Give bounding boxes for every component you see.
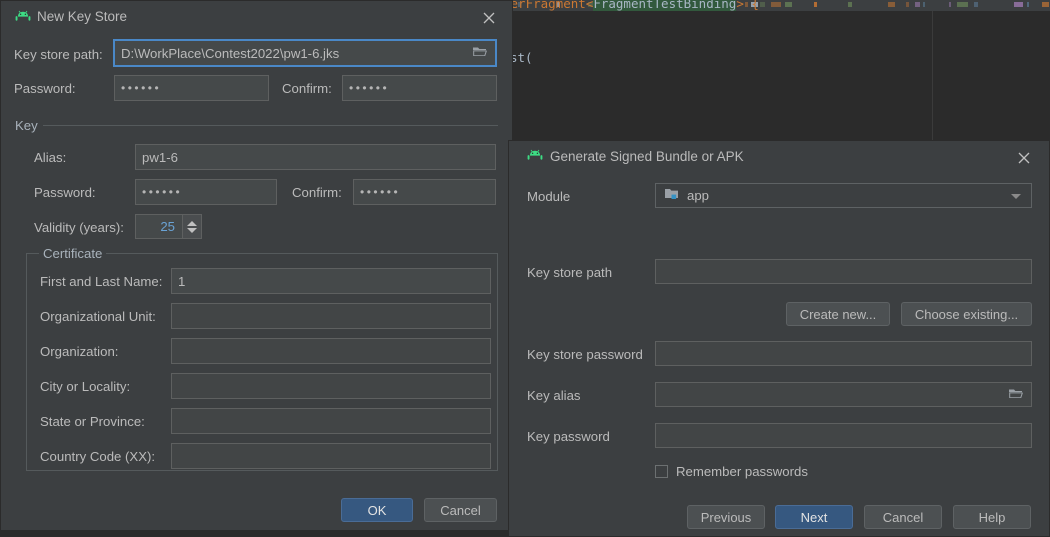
keystore-confirm-value: ••••••	[349, 81, 390, 95]
key-confirm-value: ••••••	[360, 185, 401, 199]
code-highlight: FragmentTestBinding	[593, 0, 737, 11]
choose-existing-button[interactable]: Choose existing...	[901, 302, 1032, 326]
alias-value: pw1-6	[142, 149, 178, 165]
cert-label-1: Organizational Unit:	[40, 309, 156, 324]
key-password-input[interactable]: ••••••	[135, 179, 277, 205]
gs-key-password-input[interactable]	[655, 423, 1032, 448]
code-line-call: st(	[510, 50, 533, 65]
cert-input-state-or-province[interactable]	[171, 408, 491, 434]
keystore-password-value: ••••••	[121, 81, 162, 95]
cert-input-organization[interactable]	[171, 338, 491, 364]
keystore-password-input[interactable]: ••••••	[114, 75, 269, 101]
code-line-declaration: serFragment<FragmentTestBinding> {	[503, 0, 759, 11]
validity-value: 25	[160, 219, 175, 234]
new-key-store-dialog: New Key Store Key store path: D:\WorkPla…	[0, 0, 513, 531]
cert-label-4: State or Province:	[40, 414, 145, 429]
cert-input-organizational-unit[interactable]	[171, 303, 491, 329]
new-key-store-title: New Key Store	[37, 9, 128, 24]
checkbox-box-icon[interactable]	[655, 465, 668, 478]
cert-label-2: Organization:	[40, 344, 119, 359]
gs-keystore-path-label: Key store path	[527, 265, 613, 280]
previous-button[interactable]: Previous	[687, 505, 765, 529]
certificate-legend: Certificate	[39, 246, 107, 261]
cert-input-city-or-locality[interactable]	[171, 373, 491, 399]
android-icon	[15, 10, 31, 24]
android-icon	[527, 149, 543, 163]
help-button[interactable]: Help	[953, 505, 1031, 529]
remember-passwords-label: Remember passwords	[676, 464, 808, 479]
ok-button[interactable]: OK	[341, 498, 413, 522]
chevron-down-icon[interactable]	[1011, 193, 1021, 199]
generate-signed-titlebar: Generate Signed Bundle or APK	[509, 141, 1049, 174]
gs-key-password-label: Key password	[527, 429, 610, 444]
key-confirm-input[interactable]: ••••••	[353, 179, 496, 205]
key-group-label: Key	[15, 118, 38, 133]
cancel-button[interactable]: Cancel	[864, 505, 942, 529]
keystore-confirm-label: Confirm:	[282, 81, 332, 96]
spinner-up-icon[interactable]	[187, 220, 197, 226]
folder-icon[interactable]	[472, 45, 488, 61]
cert-label-3: City or Locality:	[40, 379, 131, 394]
alias-input[interactable]: pw1-6	[135, 144, 496, 170]
cert-input-first-last-name[interactable]: 1	[171, 268, 491, 294]
key-password-value: ••••••	[142, 185, 183, 199]
gs-keystore-path-input[interactable]	[655, 259, 1032, 284]
close-icon[interactable]	[480, 9, 498, 27]
cancel-button[interactable]: Cancel	[424, 498, 497, 522]
keystore-password-label: Password:	[14, 81, 76, 96]
key-password-label: Password:	[34, 185, 96, 200]
next-button[interactable]: Next	[775, 505, 853, 529]
new-key-store-titlebar: New Key Store	[1, 1, 512, 34]
gs-key-alias-label: Key alias	[527, 388, 581, 403]
cert-value-0: 1	[178, 273, 186, 289]
cert-label-0: First and Last Name:	[40, 274, 163, 289]
module-folder-icon	[664, 187, 680, 204]
create-new-button[interactable]: Create new...	[786, 302, 890, 326]
generate-signed-title: Generate Signed Bundle or APK	[550, 149, 744, 164]
module-select[interactable]: app	[655, 183, 1032, 208]
keystore-path-label: Key store path:	[14, 47, 103, 62]
validity-input[interactable]: 25	[135, 214, 183, 239]
spinner-down-icon[interactable]	[187, 227, 197, 233]
alias-label: Alias:	[34, 150, 67, 165]
gs-keystore-password-input[interactable]	[655, 341, 1032, 366]
cert-label-5: Country Code (XX):	[40, 449, 156, 464]
module-label: Module	[527, 189, 571, 204]
generate-signed-bundle-dialog: Generate Signed Bundle or APK Module app…	[508, 140, 1050, 537]
screen: serFragment<FragmentTestBinding> { st( N…	[0, 0, 1050, 537]
remember-passwords-checkbox[interactable]: Remember passwords	[655, 464, 808, 479]
validity-spinner-buttons[interactable]	[183, 214, 202, 239]
validity-label: Validity (years):	[34, 220, 124, 235]
keystore-path-value: D:\WorkPlace\Contest2022\pw1-6.jks	[121, 45, 340, 61]
validity-stepper[interactable]: 25	[135, 214, 202, 239]
close-icon[interactable]	[1015, 149, 1033, 167]
keystore-confirm-input[interactable]: ••••••	[342, 75, 497, 101]
key-group-separator	[43, 125, 498, 126]
gs-key-alias-input[interactable]	[655, 382, 1032, 407]
module-value: app	[687, 188, 710, 203]
keystore-path-input[interactable]: D:\WorkPlace\Contest2022\pw1-6.jks	[113, 39, 497, 67]
gs-keystore-password-label: Key store password	[527, 347, 643, 362]
folder-icon[interactable]	[1008, 387, 1024, 403]
key-confirm-label: Confirm:	[292, 185, 342, 200]
cert-input-country-code[interactable]	[171, 443, 491, 469]
